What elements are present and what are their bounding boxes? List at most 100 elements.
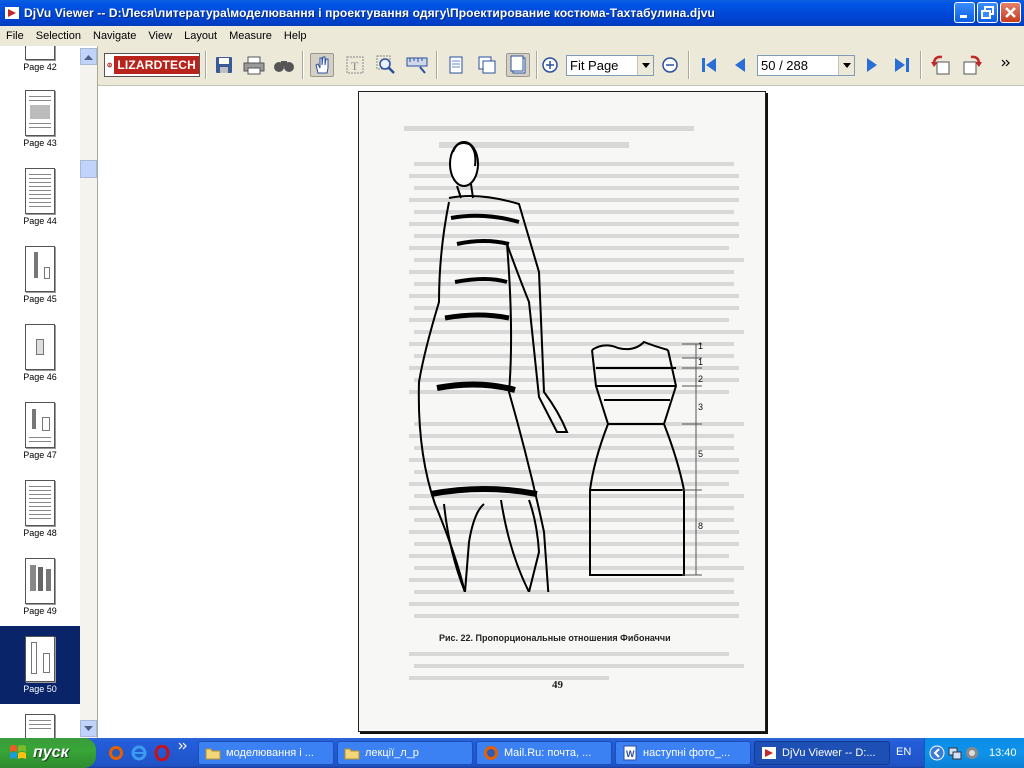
save-icon[interactable] [212,53,236,77]
start-label: пуск [33,744,69,761]
window-title: DjVu Viewer -- D:\Леся\литература\моделю… [24,6,715,20]
previous-page-icon[interactable] [728,53,752,77]
text-select-icon[interactable]: T [343,53,367,77]
toolbar-overflow-icon[interactable] [998,53,1014,77]
chevron-down-icon[interactable] [838,56,854,75]
thumbnail-label: Page 43 [23,138,57,148]
djvu-app-icon [762,747,776,759]
next-page-icon[interactable] [860,53,884,77]
scale-mark: 5 [698,449,704,459]
page-number-select[interactable]: 50 / 288 [757,55,855,76]
antivirus-icon[interactable] [965,746,979,760]
logo-text: LIZARDTECH [114,56,199,74]
menu-selection[interactable]: Selection [30,30,87,42]
system-tray: 13:40 [924,738,1024,768]
toolbar: LIZARDTECH T Fit Page 50 / 288 [0,45,1024,86]
scroll-down-button[interactable] [80,720,97,737]
scale-mark: 2 [698,374,704,384]
thumbnail-page-46[interactable]: Page 46 [0,314,80,392]
thumbnail-label: Page 50 [23,684,57,694]
single-page-icon[interactable] [444,53,468,77]
thumbnail-image [25,168,55,214]
task-folder-lectures[interactable]: лекції_л_р [337,741,473,765]
internet-explorer-icon[interactable] [131,745,147,761]
thumbnail-image [25,90,55,136]
first-page-icon[interactable] [697,53,721,77]
language-indicator[interactable]: EN [896,746,911,758]
word-document-icon: W [623,745,637,761]
task-djvu-viewer[interactable]: DjVu Viewer -- D:... [754,741,890,765]
menu-file[interactable]: File [0,30,30,42]
task-folder-modeling[interactable]: моделювання і ... [198,741,334,765]
menu-view[interactable]: View [142,30,178,42]
fibonacci-proportion-diagram [589,340,702,576]
windows-flag-icon [10,745,26,759]
svg-text:W: W [626,749,635,759]
zoom-select[interactable]: Fit Page [566,55,654,76]
thumbnail-image [25,46,55,60]
task-word-document[interactable]: W наступні фото_... [615,741,751,765]
task-label: наступні фото_... [643,747,731,759]
firefox-icon[interactable] [108,745,124,761]
scale-mark: 1 [698,341,704,351]
task-label: Mail.Ru: почта, ... [504,747,592,759]
thumbnail-page-50-selected[interactable]: Page 50 [0,626,80,704]
thumbnail-page-42[interactable]: Page 42 [0,46,80,80]
thumbnail-image [25,402,55,448]
task-mail-ru[interactable]: Mail.Ru: почта, ... [476,741,612,765]
zoom-out-icon[interactable] [658,53,682,77]
fashion-figure-illustration [417,141,569,592]
continuous-page-icon[interactable] [475,53,499,77]
close-button[interactable] [1000,2,1021,23]
thumbnail-page-43[interactable]: Page 43 [0,80,80,158]
zoom-value: Fit Page [570,58,619,73]
document-view[interactable]: 1 1 2 3 5 8 Рис. 22. Пропорциональные от… [99,86,1024,738]
thumbnail-page-45[interactable]: Page 45 [0,236,80,314]
chevron-down-icon[interactable] [637,56,653,75]
thumbnail-label: Page 49 [23,606,57,616]
print-icon[interactable] [242,53,266,77]
thumbnail-label: Page 48 [23,528,57,538]
start-button[interactable]: пуск [0,738,96,768]
tray-expand-icon[interactable] [929,745,945,761]
quicklaunch-overflow-icon[interactable] [178,742,194,758]
firefox-icon [484,746,498,760]
folder-icon [205,748,221,760]
menu-measure[interactable]: Measure [223,30,278,42]
clock[interactable]: 13:40 [989,747,1017,759]
last-page-icon[interactable] [890,53,914,77]
task-label: моделювання і ... [226,747,314,759]
find-binoculars-icon[interactable] [272,53,296,77]
scale-mark: 1 [698,357,704,367]
thumbnail-image [25,324,55,370]
scrollbar-thumb[interactable] [80,160,97,178]
menu-navigate[interactable]: Navigate [87,30,142,42]
restore-button[interactable] [977,2,998,23]
thumbnail-label: Page 44 [23,216,57,226]
hand-tool-icon[interactable] [310,53,334,77]
thumbnail-label: Page 42 [23,62,57,72]
task-label: лекції_л_р [365,747,419,759]
fit-page-view-icon[interactable] [506,53,530,77]
thumbnail-image [25,714,55,738]
menu-layout[interactable]: Layout [178,30,223,42]
thumbnail-page-48[interactable]: Page 48 [0,470,80,548]
rotate-left-icon[interactable] [929,53,953,77]
scroll-up-button[interactable] [80,48,97,65]
lizardtech-logo[interactable]: LIZARDTECH [104,53,200,77]
zoom-in-icon[interactable] [538,53,562,77]
measure-ruler-icon[interactable] [405,53,429,77]
thumbnail-scrollbar[interactable] [80,48,97,738]
menu-help[interactable]: Help [278,30,313,42]
thumbnail-page-44[interactable]: Page 44 [0,158,80,236]
opera-icon[interactable] [154,744,170,762]
thumbnail-label: Page 45 [23,294,57,304]
thumbnail-page-47[interactable]: Page 47 [0,392,80,470]
rotate-right-icon[interactable] [960,53,984,77]
network-icon[interactable] [948,746,962,760]
thumbnail-page-51[interactable] [0,704,80,738]
zoom-select-icon[interactable] [374,53,398,77]
minimize-button[interactable] [954,2,975,23]
thumbnail-page-49[interactable]: Page 49 [0,548,80,626]
page-number-value: 50 / 288 [761,58,808,73]
